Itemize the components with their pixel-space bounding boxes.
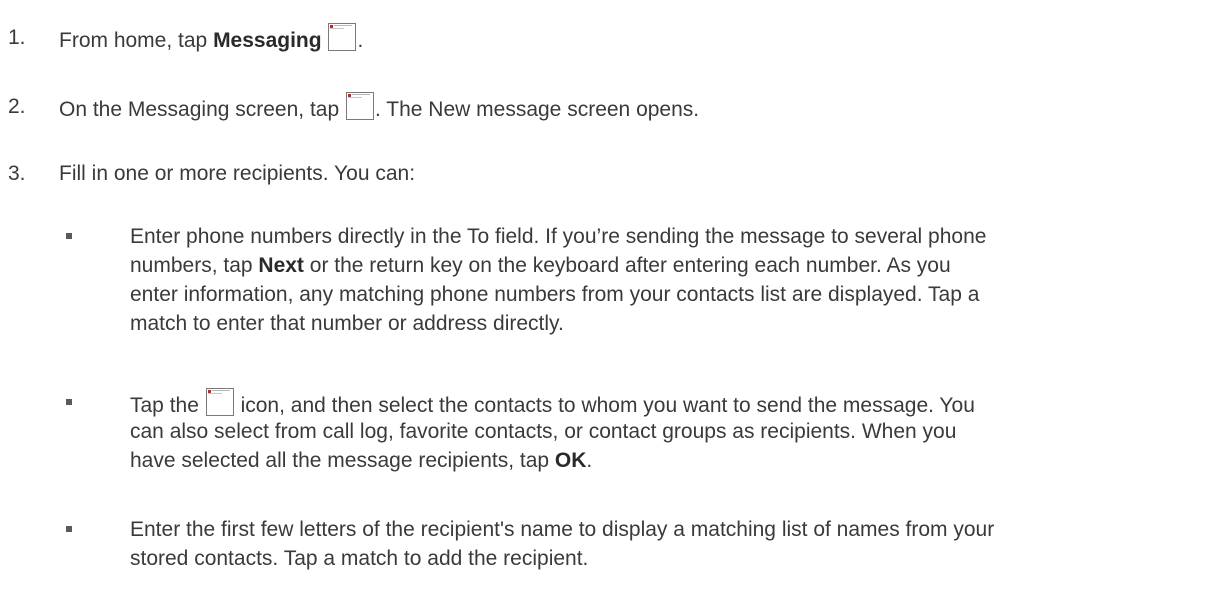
next-label: Next — [258, 254, 304, 277]
step-number: 3. — [8, 162, 26, 185]
ok-label: OK — [554, 449, 587, 472]
instruction-page: { "steps": [ { "number": "1.", "pre": "F… — [0, 0, 1214, 594]
step-text-pre: On the Messaging screen, tap — [59, 98, 345, 121]
bullet-marker — [66, 526, 72, 532]
step-text-post: . The New message screen opens. — [375, 98, 700, 121]
step-text: Fill in one or more recipients. You can: — [59, 162, 416, 185]
bullet-text: Enter the first few letters of the recip… — [130, 518, 995, 570]
contacts-icon — [205, 388, 234, 416]
bullet-text: Tap the icon, and then select the contac… — [130, 388, 1200, 475]
messaging-icon — [328, 23, 357, 51]
messaging-label: Messaging — [213, 29, 322, 52]
bullet-marker — [66, 233, 72, 239]
compose-icon — [346, 92, 374, 120]
step-text: On the Messaging screen, tap . The New m… — [59, 92, 699, 124]
step-text: From home, tap Messaging . — [59, 23, 363, 55]
bullet-text: Enter phone numbers directly in the To f… — [130, 225, 987, 335]
step-number: 1. — [8, 26, 26, 49]
bullet-marker — [66, 399, 72, 405]
step-text-post: . — [357, 29, 364, 52]
step-text-pre: From home, tap — [59, 29, 214, 52]
step-number: 2. — [8, 95, 26, 118]
